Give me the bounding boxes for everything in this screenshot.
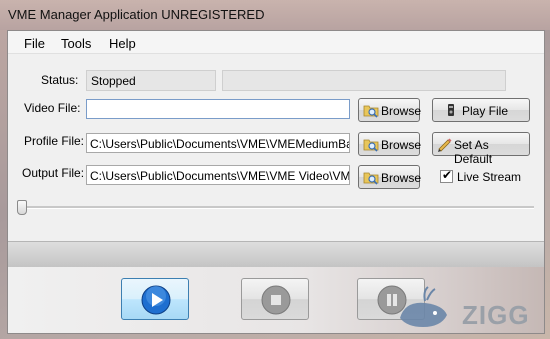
status-detail-box	[222, 70, 506, 91]
folder-search-icon	[363, 105, 379, 118]
pencil-icon	[438, 138, 452, 152]
set-as-default-label: Set As Default	[454, 138, 493, 166]
output-file-label: Output File:	[22, 166, 85, 180]
seek-slider-track[interactable]	[18, 206, 534, 209]
folder-search-icon	[363, 172, 379, 185]
play-file-button[interactable]: Play File	[432, 98, 530, 122]
set-as-default-button[interactable]: Set As Default	[432, 132, 530, 166]
profile-browse-button[interactable]: Browse	[358, 132, 422, 156]
title-bar: VME Manager Application UNREGISTERED	[0, 0, 550, 30]
checkmark-icon: ✔	[442, 168, 453, 182]
video-browse-button[interactable]: Browse	[358, 98, 422, 122]
video-browse-label: Browse	[381, 104, 422, 118]
stop-button[interactable]	[241, 278, 309, 320]
play-button[interactable]	[121, 278, 189, 320]
video-file-input[interactable]	[86, 99, 350, 119]
progress-bar	[8, 241, 544, 268]
stop-icon	[261, 285, 291, 315]
video-file-icon	[448, 104, 454, 116]
play-icon	[141, 285, 171, 315]
live-stream-checkbox[interactable]: ✔	[440, 168, 453, 183]
folder-search-icon	[363, 139, 379, 152]
whale-logo-icon	[400, 286, 447, 327]
play-file-label: Play File	[462, 104, 509, 118]
menu-file[interactable]: File	[24, 36, 45, 51]
status-value: Stopped	[91, 74, 136, 88]
window-title: VME Manager Application UNREGISTERED	[8, 7, 265, 22]
output-file-input[interactable]: C:\Users\Public\Documents\VME\VME Video\…	[86, 165, 350, 185]
menu-bar: File Tools Help	[8, 31, 544, 54]
profile-file-label: Profile File:	[24, 134, 85, 148]
main-window: File Tools Help Status: Stopped Video Fi…	[7, 30, 545, 334]
status-label: Status:	[41, 73, 79, 87]
menu-tools[interactable]: Tools	[61, 36, 91, 51]
seek-slider-thumb[interactable]	[17, 200, 27, 215]
watermark-text: ZIGG	[462, 300, 530, 330]
menu-help[interactable]: Help	[109, 36, 136, 51]
status-box: Stopped	[86, 70, 216, 91]
profile-file-input[interactable]: C:\Users\Public\Documents\VME\VMEMediumB…	[86, 133, 350, 153]
profile-browse-label: Browse	[381, 138, 422, 152]
video-file-label: Video File:	[24, 101, 81, 115]
output-browse-button[interactable]: Browse	[358, 165, 422, 189]
output-browse-label: Browse	[381, 171, 422, 185]
live-stream-label: Live Stream	[457, 170, 522, 184]
